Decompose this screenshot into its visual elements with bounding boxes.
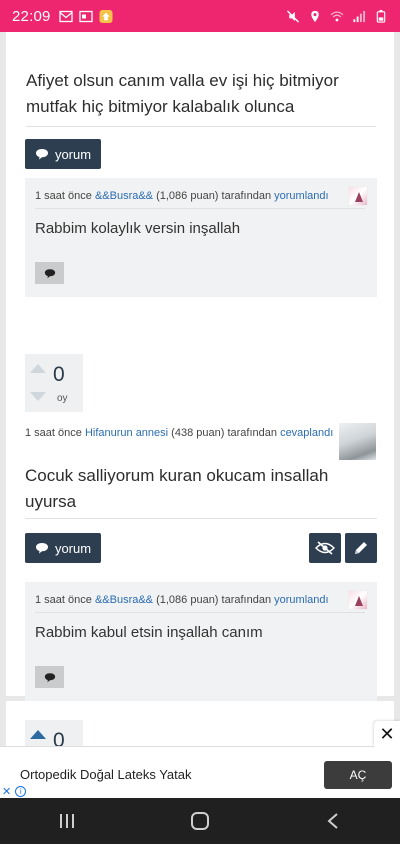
answerer-avatar[interactable]: [339, 423, 376, 460]
comment-time: 1 saat önce: [35, 190, 92, 202]
speech-bubble-icon: [44, 268, 55, 278]
answer-card: Afiyet olsun canım valla ev işi hiç bitm…: [6, 32, 394, 334]
vote-count: 0: [53, 363, 65, 386]
answer-card: 0 oy 1 saat önce Hifanurun annesi (438 p…: [6, 323, 394, 701]
answer-author-link[interactable]: Hifanurun annesi: [85, 427, 168, 439]
ad-x-icon[interactable]: ✕: [0, 785, 13, 798]
ad-open-button[interactable]: AÇ: [324, 761, 392, 789]
vote-label: oy: [57, 393, 68, 404]
back-icon: [327, 813, 338, 829]
answer-action-link[interactable]: cevaplandı: [280, 427, 333, 439]
divider: [35, 612, 365, 613]
divider: [26, 126, 376, 127]
speech-bubble-icon: [44, 672, 55, 682]
recents-button[interactable]: [37, 798, 97, 844]
comment-button[interactable]: yorum: [25, 533, 101, 563]
comment-points: (1,086 puan): [156, 190, 219, 202]
vote-box: 0: [25, 720, 83, 746]
home-button[interactable]: [170, 798, 230, 844]
app-icon: [99, 9, 113, 23]
downvote-arrow-icon[interactable]: [30, 392, 46, 401]
mail-icon: [58, 10, 73, 22]
vote-count: 0: [53, 729, 65, 746]
speech-bubble-icon: [35, 543, 48, 554]
comment-box: 1 saat önce &&Busra&& (1,086 puan) taraf…: [25, 582, 377, 701]
commenter-avatar[interactable]: [348, 590, 368, 610]
gallery-icon: [78, 10, 93, 22]
answer-meta: 1 saat önce Hifanurun annesi (438 puan) …: [25, 427, 333, 439]
comment-text: Rabbim kolaylık versin inşallah: [35, 220, 241, 237]
answers-list[interactable]: Afiyet olsun canım valla ev işi hiç bitm…: [0, 32, 400, 746]
upvote-arrow-icon[interactable]: [30, 730, 46, 739]
comment-box: 1 saat önce &&Busra&& (1,086 puan) taraf…: [25, 178, 377, 297]
answer-points: (438 puan): [171, 427, 225, 439]
vote-box: 0 oy: [25, 354, 83, 412]
comment-by: tarafından: [221, 594, 272, 606]
ad-info-icon[interactable]: i: [15, 785, 27, 797]
eye-slash-icon: [315, 541, 335, 555]
location-icon: [311, 10, 319, 22]
answer-text: Cocuk salliyorum kuran okucam insallah u…: [25, 466, 329, 511]
home-icon: [190, 812, 209, 830]
recents-icon: [59, 814, 74, 828]
upvote-arrow-icon[interactable]: [30, 364, 46, 373]
back-button[interactable]: [303, 798, 363, 844]
comment-by: tarafından: [221, 190, 272, 202]
system-nav-bar: [0, 798, 400, 844]
answer-by: tarafından: [227, 427, 277, 439]
mute-icon: [286, 9, 300, 23]
status-time: 22:09: [12, 7, 51, 25]
signal-icon: [353, 10, 366, 22]
comment-author-link[interactable]: &&Busra&&: [95, 190, 153, 202]
divider: [25, 518, 377, 519]
comment-action-link[interactable]: yorumlandı: [274, 190, 328, 202]
comment-button-label: yorum: [54, 146, 92, 162]
ad-close-button[interactable]: ✕: [374, 721, 400, 747]
comment-author-link[interactable]: &&Busra&&: [95, 594, 153, 606]
ad-text[interactable]: Ortopedik Doğal Lateks Yatak: [20, 767, 192, 782]
battery-icon: [376, 9, 386, 23]
pencil-icon: [355, 542, 367, 554]
comment-time: 1 saat önce: [35, 594, 92, 606]
reply-comment-button[interactable]: [35, 666, 64, 688]
reply-comment-button[interactable]: [35, 262, 64, 284]
answer-card: 0: [6, 701, 394, 746]
comment-points: (1,086 puan): [156, 594, 219, 606]
system-icons: [286, 9, 388, 23]
ad-banner[interactable]: ✕ Ortopedik Doğal Lateks Yatak AÇ ✕ i: [0, 721, 400, 798]
notification-icons: [58, 9, 113, 23]
wifi-icon: [330, 10, 344, 21]
status-bar: 22:09: [0, 0, 400, 32]
answer-time: 1 saat önce: [25, 427, 82, 439]
comment-meta: 1 saat önce &&Busra&& (1,086 puan) taraf…: [35, 594, 329, 606]
answer-text: Afiyet olsun canım valla ev işi hiç bitm…: [26, 71, 339, 116]
ad-choices[interactable]: ✕ i: [0, 784, 27, 798]
comment-button[interactable]: yorum: [25, 139, 101, 169]
comment-action-link[interactable]: yorumlandı: [274, 594, 328, 606]
speech-bubble-icon: [35, 149, 48, 160]
divider: [35, 208, 365, 209]
comment-meta: 1 saat önce &&Busra&& (1,086 puan) taraf…: [35, 190, 329, 202]
comment-button-label: yorum: [54, 540, 92, 556]
hide-button[interactable]: [309, 533, 341, 563]
comment-text: Rabbim kabul etsin inşallah canım: [35, 624, 263, 641]
commenter-avatar[interactable]: [348, 186, 368, 206]
edit-button[interactable]: [345, 533, 377, 563]
